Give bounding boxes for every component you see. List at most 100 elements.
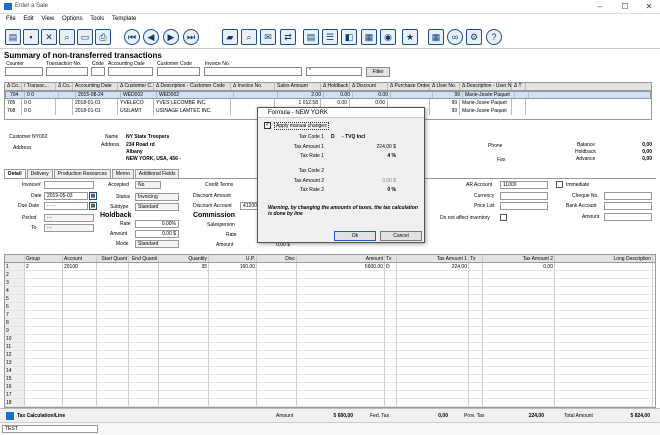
table-row[interactable]: 16 (5, 383, 655, 391)
table-cell[interactable] (555, 367, 653, 374)
menu-view[interactable]: View (41, 16, 54, 22)
star-menu-icon[interactable]: ★ (402, 29, 418, 45)
cancel-button[interactable]: Cancel (380, 231, 422, 241)
first-record-icon[interactable]: ⏮ (124, 29, 140, 45)
table-cell[interactable] (257, 383, 297, 390)
table-cell[interactable] (397, 335, 469, 342)
table-cell[interactable] (63, 327, 97, 334)
table-cell[interactable] (159, 327, 209, 334)
table-cell[interactable] (25, 367, 63, 374)
table-cell[interactable] (469, 279, 483, 286)
table-cell[interactable] (129, 327, 159, 334)
settings-icon[interactable]: ⚙ (466, 29, 482, 45)
table-cell[interactable] (483, 383, 555, 390)
table-cell[interactable] (483, 295, 555, 302)
table-cell[interactable] (297, 279, 385, 286)
table-cell[interactable] (257, 375, 297, 382)
table-row[interactable]: 704 0 0 2015-08-24 WED002 WED002 2.00 0.00 0.00… (5, 91, 651, 99)
filter-value-input[interactable]: * (306, 67, 362, 76)
table-cell[interactable] (257, 391, 297, 398)
table-cell[interactable] (297, 375, 385, 382)
table-cell[interactable] (297, 359, 385, 366)
table-cell[interactable] (159, 359, 209, 366)
table-cell[interactable] (129, 279, 159, 286)
table-cell[interactable] (385, 351, 397, 358)
table-cell[interactable] (257, 399, 297, 406)
table-cell[interactable] (129, 295, 159, 302)
table-cell[interactable] (63, 375, 97, 382)
table-cell[interactable] (97, 335, 129, 342)
summary-col-header[interactable]: Δ Co... (5, 83, 22, 90)
table-cell[interactable] (25, 383, 63, 390)
table-cell[interactable] (159, 399, 209, 406)
table-cell[interactable] (63, 319, 97, 326)
table-cell[interactable] (63, 279, 97, 286)
table-cell[interactable] (397, 311, 469, 318)
filter-invoice-input[interactable] (204, 67, 302, 76)
table-cell[interactable] (25, 271, 63, 278)
table-cell[interactable] (257, 311, 297, 318)
table-cell[interactable] (129, 391, 159, 398)
table-cell[interactable] (469, 319, 483, 326)
table-cell[interactable] (257, 303, 297, 310)
table-cell[interactable] (209, 335, 257, 342)
table-cell[interactable] (25, 327, 63, 334)
table-cell[interactable] (469, 327, 483, 334)
to-select[interactable]: - - (44, 224, 94, 232)
split-icon[interactable]: ◧ (341, 29, 357, 45)
table-row[interactable]: 18 (5, 399, 655, 407)
line-col-header[interactable]: Long Description (555, 255, 653, 262)
table-cell[interactable] (555, 351, 653, 358)
table-cell[interactable] (297, 391, 385, 398)
table-cell[interactable] (159, 311, 209, 318)
menu-edit[interactable]: Edit (23, 16, 33, 22)
table-cell[interactable] (483, 359, 555, 366)
invoice-input[interactable] (44, 181, 94, 189)
summary-col-header[interactable]: Δ User No. (430, 83, 460, 90)
table-cell[interactable] (209, 359, 257, 366)
do-not-affect-inventory-checkbox[interactable] (500, 214, 507, 221)
table-cell[interactable] (97, 287, 129, 294)
line-col-header[interactable]: U.P. (209, 255, 257, 262)
table-cell[interactable] (297, 327, 385, 334)
table-cell[interactable] (97, 383, 129, 390)
table-cell[interactable] (483, 335, 555, 342)
table-cell[interactable] (469, 303, 483, 310)
table-row[interactable]: 15 (5, 375, 655, 383)
line-col-header[interactable]: Disc (257, 255, 297, 262)
grid-icon[interactable]: ▦ (428, 29, 444, 45)
table-cell[interactable] (385, 311, 397, 318)
tax-rate1-value[interactable]: 4 % (348, 153, 396, 159)
summary-col-header[interactable]: Δ Description - Customer Code (154, 83, 231, 90)
table-cell[interactable] (469, 271, 483, 278)
table-cell[interactable] (469, 399, 483, 406)
table-cell[interactable] (63, 295, 97, 302)
table-cell[interactable] (483, 279, 555, 286)
mode-select[interactable]: Standard (135, 240, 179, 248)
table-cell[interactable] (257, 263, 297, 270)
table-cell[interactable] (209, 287, 257, 294)
line-col-header[interactable]: Start Quant (97, 255, 129, 262)
table-cell[interactable] (97, 311, 129, 318)
tab-detail[interactable]: Detail (4, 169, 26, 178)
table-cell[interactable] (63, 303, 97, 310)
period-select[interactable]: - - (44, 214, 94, 222)
table-row[interactable]: 6 (5, 303, 655, 311)
table-cell[interactable] (397, 287, 469, 294)
tax-rate2-value[interactable]: 0 % (348, 187, 396, 193)
table-cell[interactable]: 2 (25, 263, 63, 270)
table-cell[interactable] (63, 351, 97, 358)
table-cell[interactable] (385, 359, 397, 366)
table-cell[interactable] (97, 367, 129, 374)
table-cell[interactable] (555, 399, 653, 406)
bank-amount-input[interactable] (604, 213, 652, 221)
minimize-icon[interactable]: – (594, 2, 606, 11)
table-cell[interactable] (297, 295, 385, 302)
table-cell[interactable] (129, 311, 159, 318)
table-cell[interactable] (25, 311, 63, 318)
table-cell[interactable] (129, 351, 159, 358)
table-cell[interactable] (25, 375, 63, 382)
table-cell[interactable] (257, 295, 297, 302)
table-cell[interactable] (129, 399, 159, 406)
table-cell[interactable] (97, 271, 129, 278)
